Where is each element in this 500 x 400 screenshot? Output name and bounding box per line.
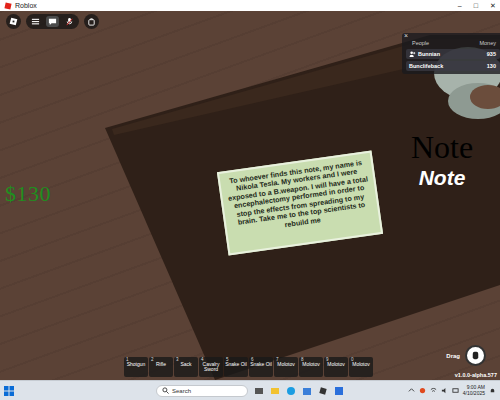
taskbar-search[interactable]: Search xyxy=(156,385,248,397)
windows-start-icon[interactable] xyxy=(4,386,14,396)
slot-item: Shotgun xyxy=(127,362,146,367)
slot-key: 1 xyxy=(126,357,129,362)
roblox-menu-button[interactable] xyxy=(6,14,21,29)
slot-item: Molotov xyxy=(277,362,295,367)
vase-base xyxy=(448,83,500,119)
slot-item: Molotov xyxy=(302,362,320,367)
note-text: To whoever finds this note, my name is N… xyxy=(225,158,374,237)
roblox-taskbar-icon[interactable] xyxy=(318,386,328,396)
player-money: 935 xyxy=(487,51,496,57)
hotbar-slot[interactable]: 1Shotgun xyxy=(124,357,148,377)
note-subtitle: Note xyxy=(419,167,466,188)
title-bar: Roblox – □ ✕ xyxy=(0,0,500,11)
leaderboard: × People Money Bunnian 935 Bunclifeback 130 xyxy=(402,33,500,74)
tray-chevron-icon[interactable] xyxy=(408,387,415,394)
edge-icon[interactable] xyxy=(286,386,296,396)
hand-icon xyxy=(470,350,481,361)
leaderboard-column: Money xyxy=(479,40,496,46)
slot-key: 5 xyxy=(226,357,229,362)
note-title: Note xyxy=(411,131,473,163)
slot-key: 3 xyxy=(176,357,179,362)
drag-button[interactable] xyxy=(465,345,486,366)
slot-item: Rifle xyxy=(156,362,166,367)
hotbar-slot[interactable]: 2Rifle xyxy=(149,357,173,377)
hotbar-slot[interactable]: 4Cavalry Sword xyxy=(199,357,223,377)
slot-item: Snake Oil xyxy=(250,362,272,367)
slot-key: 2 xyxy=(151,357,154,362)
leaderboard-row[interactable]: Bunclifeback 130 xyxy=(406,61,500,71)
hotbar-slot[interactable]: 5Snake Oil xyxy=(224,357,248,377)
window-control[interactable]: □ xyxy=(474,2,478,9)
screen: Roblox–□✕$130×PeopleMoney Bunnian935 Bun… xyxy=(0,0,500,400)
window-control[interactable]: ✕ xyxy=(490,2,496,9)
leaderboard-close-button[interactable]: × xyxy=(404,32,408,39)
friends-icon xyxy=(409,51,416,57)
leaderboard-column: People xyxy=(412,40,429,46)
taskbar: Search 9:00 AM4/10/2025 xyxy=(0,380,500,400)
window-control[interactable]: – xyxy=(458,2,462,9)
roblox-studio-icon[interactable] xyxy=(334,386,344,396)
tray-app-icon[interactable] xyxy=(419,387,426,394)
version-label: v1.0.0-alpha.577 xyxy=(455,372,497,378)
top-bar xyxy=(6,14,99,29)
roblox-logo-icon xyxy=(9,17,18,26)
hotbar-slot[interactable]: 0Molotov xyxy=(349,357,373,377)
backpack-icon xyxy=(87,17,96,26)
hotbar-slot[interactable]: 9Molotov xyxy=(324,357,348,377)
slot-key: 7 xyxy=(276,357,279,362)
money-display: $130 xyxy=(5,181,51,207)
slot-item: Molotov xyxy=(327,362,345,367)
slot-key: 8 xyxy=(301,357,304,362)
chat-button[interactable] xyxy=(46,16,59,27)
microphone-icon[interactable] xyxy=(65,17,74,26)
wifi-icon[interactable] xyxy=(430,387,437,394)
date: 4/10/2025 xyxy=(463,391,485,397)
player-money: 130 xyxy=(487,63,496,69)
battery-icon[interactable] xyxy=(452,387,459,394)
hotbar-slot[interactable]: 7Molotov xyxy=(274,357,298,377)
hotbar-slot[interactable]: 6Snake Oil xyxy=(249,357,273,377)
backpack-button[interactable] xyxy=(84,14,99,29)
slot-key: 0 xyxy=(351,357,354,362)
hotbar-slot[interactable]: 8Molotov xyxy=(299,357,323,377)
player-name: Bunclifeback xyxy=(409,63,443,69)
vase-hand xyxy=(470,85,500,109)
hud-pill xyxy=(26,14,79,29)
drag-label: Drag xyxy=(446,353,460,359)
leaderboard-row[interactable]: Bunnian 935 xyxy=(406,49,500,59)
player-name: Bunnian xyxy=(409,51,440,57)
game-view[interactable]: $130×PeopleMoney Bunnian935 Bunclifeback… xyxy=(0,11,500,380)
leaderboard-header: People Money xyxy=(406,36,500,47)
search-icon xyxy=(162,387,169,394)
file-explorer-icon[interactable] xyxy=(270,386,280,396)
slot-key: 9 xyxy=(326,357,329,362)
slot-key: 6 xyxy=(251,357,254,362)
note-label: Note Note xyxy=(392,131,492,188)
slot-item: Snake Oil xyxy=(225,362,247,367)
roblox-icon xyxy=(4,2,12,10)
slot-item: Molotov xyxy=(352,362,370,367)
slot-key: 4 xyxy=(201,357,204,362)
notification-bell-icon[interactable] xyxy=(489,387,496,394)
store-icon[interactable] xyxy=(302,386,312,396)
drag-control[interactable]: Drag xyxy=(446,345,486,366)
clock[interactable]: 9:00 AM4/10/2025 xyxy=(463,385,485,397)
chat-icon xyxy=(48,17,57,26)
search-placeholder: Search xyxy=(172,388,191,394)
task-view-icon[interactable] xyxy=(254,386,264,396)
menu-icon[interactable] xyxy=(31,17,40,26)
volume-icon[interactable] xyxy=(441,387,448,394)
hotbar: 1Shotgun2Rifle3Sack4Cavalry Sword5Snake … xyxy=(124,357,373,377)
slot-item: Cavalry Sword xyxy=(200,362,222,373)
hotbar-slot[interactable]: 3Sack xyxy=(174,357,198,377)
slot-item: Sack xyxy=(180,362,191,367)
window-title: Roblox xyxy=(15,2,37,9)
